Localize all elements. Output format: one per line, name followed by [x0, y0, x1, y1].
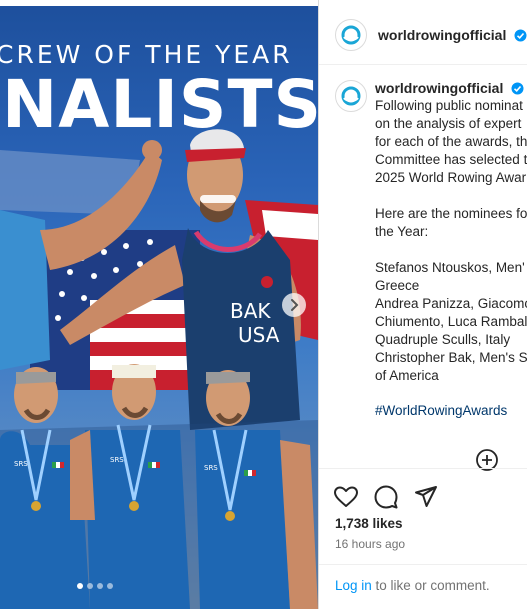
post-side-panel: worldrowingofficial • worldrowingofficia… — [318, 0, 527, 609]
chevron-right-icon — [291, 299, 299, 311]
author-avatar[interactable] — [335, 19, 367, 51]
carousel-next-button[interactable] — [282, 293, 306, 317]
banner-line: CREW OF THE YEAR — [0, 40, 293, 69]
hashtag-link[interactable]: #WorldRowingAwards — [375, 403, 507, 418]
login-link[interactable]: Log in — [335, 578, 372, 593]
jersey-logo: SRS — [204, 464, 218, 472]
share-icon[interactable] — [413, 484, 439, 510]
login-prompt-text: to like or comment. — [371, 578, 490, 593]
banner-title: NALISTS — [2, 66, 318, 143]
jersey-country: USA — [238, 323, 280, 347]
jersey-logo: SRS — [14, 460, 28, 468]
world-rowing-logo-icon — [341, 86, 361, 106]
post-media[interactable]: BAK USA SRS SRS SRS CREW OF THE YEAR NAL… — [0, 0, 318, 609]
post-time[interactable]: 16 hours ago — [335, 537, 405, 551]
post-header: worldrowingofficial • — [319, 5, 527, 65]
likes-count[interactable]: 1,738 likes — [335, 516, 403, 531]
carousel-dot — [77, 583, 83, 589]
world-rowing-logo-icon — [341, 25, 361, 45]
verified-badge-icon — [514, 29, 527, 42]
media-top-border — [0, 0, 318, 6]
carousel-dot — [97, 583, 103, 589]
author-username[interactable]: worldrowingofficial — [378, 27, 506, 43]
login-prompt: Log in to like or comment. — [335, 578, 490, 593]
caption-text: Following public nominat on the analysis… — [375, 98, 527, 383]
carousel-dot — [87, 583, 93, 589]
jersey-text: BAK — [230, 299, 271, 323]
comment-icon[interactable] — [373, 484, 399, 510]
jersey-logo: SRS — [110, 456, 124, 464]
caption-avatar[interactable] — [335, 80, 367, 112]
caption-username[interactable]: worldrowingofficial — [375, 80, 503, 96]
carousel-dot — [107, 583, 113, 589]
verified-badge-icon — [511, 82, 524, 95]
carousel-indicator — [70, 583, 120, 589]
like-heart-icon[interactable] — [333, 484, 359, 510]
